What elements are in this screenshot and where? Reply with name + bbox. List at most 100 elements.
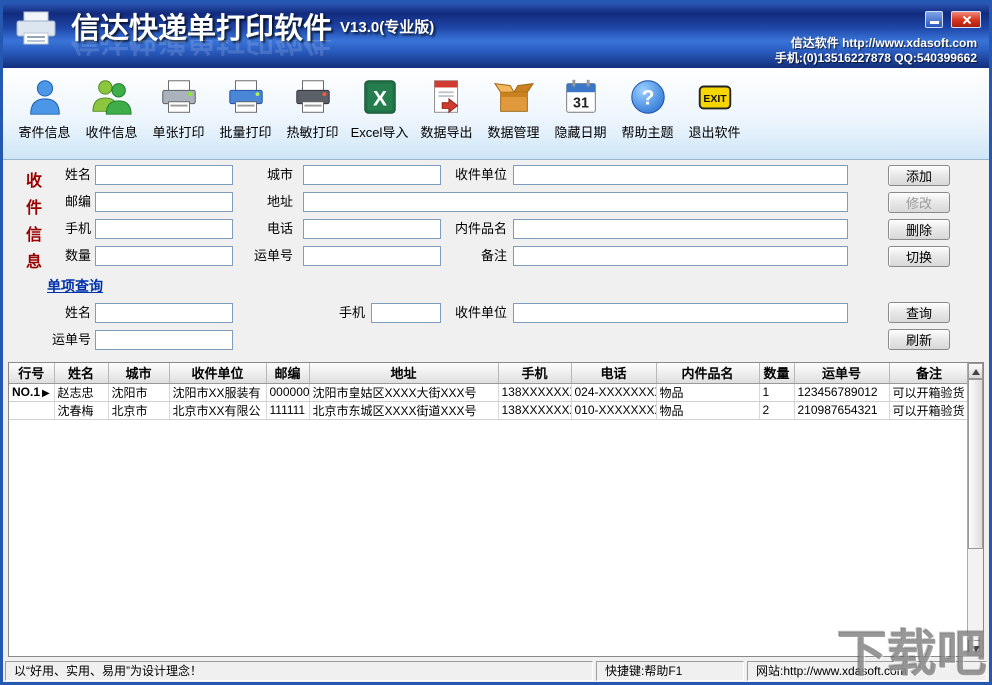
add-button[interactable]: 添加 xyxy=(888,165,950,186)
svg-text:X: X xyxy=(372,88,386,111)
table-row[interactable]: 沈春梅 北京市 北京市XX有限公 111111 北京市东城区XXXX街道XXX号… xyxy=(9,401,967,419)
query-name-input[interactable] xyxy=(95,303,233,323)
statusbar: 以“好用、实用、易用”为设计理念！ 快捷键:帮助F1 网站:http://www… xyxy=(3,660,989,682)
titlebar-contact-info: 信达软件 http://www.xdasoft.com 手机:(0)135162… xyxy=(775,36,977,66)
table-cell: 沈春梅 xyxy=(54,401,108,419)
toolbar-item-label: 单张打印 xyxy=(145,122,212,141)
query-mobile-input[interactable] xyxy=(371,303,441,323)
data-export-icon xyxy=(413,76,480,120)
item-label: 内件品名 xyxy=(435,219,507,239)
toolbar-item-single-print[interactable]: 单张打印 xyxy=(145,74,212,141)
hide-date-icon: 31 xyxy=(547,76,614,120)
query-waybill-label: 运单号 xyxy=(43,330,91,350)
table-cell: 赵志忠 xyxy=(54,383,108,401)
table-cell: 024-XXXXXXXX xyxy=(571,383,656,401)
toolbar-item-label: 批量打印 xyxy=(212,122,279,141)
toolbar-item-data-export[interactable]: 数据导出 xyxy=(413,74,480,141)
col-header-item[interactable]: 内件品名 xyxy=(656,363,759,383)
col-header-unit[interactable]: 收件单位 xyxy=(169,363,266,383)
data-manage-icon xyxy=(480,76,547,120)
side-label-char: 收 xyxy=(23,168,45,195)
toolbar-item-label: 退出软件 xyxy=(681,122,748,141)
recipient-address-input[interactable] xyxy=(303,192,848,212)
svg-text:?: ? xyxy=(641,87,654,110)
switch-button[interactable]: 切换 xyxy=(888,246,950,267)
table-cell: 210987654321 xyxy=(794,401,889,419)
toolbar-item-recipient-info[interactable]: 收件信息 xyxy=(78,74,145,141)
address-label: 地址 xyxy=(235,192,293,212)
toolbar-item-label: 隐藏日期 xyxy=(547,122,614,141)
table-cell: 000000 xyxy=(266,383,309,401)
table-cell: 1 xyxy=(759,383,794,401)
vendor-line: 信达软件 http://www.xdasoft.com xyxy=(775,36,977,51)
toolbar-item-data-manage[interactable]: 数据管理 xyxy=(480,74,547,141)
row-number-cell: NO.1▶ xyxy=(9,383,54,401)
status-design-note: 以“好用、实用、易用”为设计理念！ xyxy=(5,661,593,681)
recipient-note-input[interactable] xyxy=(513,246,848,266)
toolbar-item-sender-info[interactable]: 寄件信息 xyxy=(11,74,78,141)
minimize-icon[interactable] xyxy=(925,11,943,28)
recipient-name-input[interactable] xyxy=(95,165,233,185)
toolbar-item-hide-date[interactable]: 31 隐藏日期 xyxy=(547,74,614,141)
col-header-mobile[interactable]: 手机 xyxy=(498,363,571,383)
table-cell: 北京市XX有限公 xyxy=(169,401,266,419)
query-waybill-input[interactable] xyxy=(95,330,233,350)
thermal-print-icon xyxy=(279,76,346,120)
col-header-name[interactable]: 姓名 xyxy=(54,363,108,383)
query-unit-input[interactable] xyxy=(513,303,848,323)
toolbar-item-excel-import[interactable]: X Excel导入 xyxy=(346,74,413,141)
table-row[interactable]: NO.1▶ 赵志忠 沈阳市 沈阳市XX服装有 000000 沈阳市皇姑区XXXX… xyxy=(9,383,967,401)
svg-text:31: 31 xyxy=(573,96,589,112)
table-cell: 123456789012 xyxy=(794,383,889,401)
recipient-city-input[interactable] xyxy=(303,165,441,185)
app-title: 信达快递单打印软件V13.0(专业版) xyxy=(71,5,434,47)
side-label-char: 息 xyxy=(23,249,45,276)
toolbar-item-label: 热敏打印 xyxy=(279,122,346,141)
records-table: 行号 姓名 城市 收件单位 邮编 地址 手机 电话 内件品名 数量 运单号 备注 xyxy=(9,363,967,420)
table-cell: 138XXXXXXXX xyxy=(498,401,571,419)
query-button[interactable]: 查询 xyxy=(888,302,950,323)
col-header-phone[interactable]: 电话 xyxy=(571,363,656,383)
refresh-button[interactable]: 刷新 xyxy=(888,329,950,350)
table-cell: 沈阳市皇姑区XXXX大街XXX号 xyxy=(309,383,498,401)
status-website: 网站:http://www.xdasoft.com xyxy=(747,661,987,681)
col-header-note[interactable]: 备注 xyxy=(889,363,967,383)
toolbar-item-exit[interactable]: EXIT 退出软件 xyxy=(681,74,748,141)
toolbar-item-help[interactable]: ? 帮助主题 xyxy=(614,74,681,141)
printer-app-icon xyxy=(13,10,59,46)
scroll-down-icon[interactable] xyxy=(968,640,983,656)
app-window: 信达快递单打印软件V13.0(专业版) 信达快递单打印软件 信达软件 http:… xyxy=(0,0,992,685)
toolbar-item-label: 帮助主题 xyxy=(614,122,681,141)
recipient-qty-input[interactable] xyxy=(95,246,233,266)
col-header-address[interactable]: 地址 xyxy=(309,363,498,383)
col-header-city[interactable]: 城市 xyxy=(108,363,169,383)
toolbar-item-batch-print[interactable]: 批量打印 xyxy=(212,74,279,141)
col-header-rowno[interactable]: 行号 xyxy=(9,363,54,383)
close-icon[interactable] xyxy=(951,11,981,28)
recipient-item-input[interactable] xyxy=(513,219,848,239)
zip-label: 邮编 xyxy=(43,192,91,212)
name-label: 姓名 xyxy=(43,165,91,185)
vertical-scrollbar[interactable] xyxy=(967,363,983,656)
recipient-mobile-input[interactable] xyxy=(95,219,233,239)
side-label-char: 信 xyxy=(23,222,45,249)
col-header-qty[interactable]: 数量 xyxy=(759,363,794,383)
svg-text:EXIT: EXIT xyxy=(703,93,727,105)
delete-button[interactable]: 删除 xyxy=(888,219,950,240)
recipient-unit-input[interactable] xyxy=(513,165,848,185)
row-pointer-icon: ▶ xyxy=(42,388,50,399)
col-header-waybill[interactable]: 运单号 xyxy=(794,363,889,383)
records-grid-area: 行号 姓名 城市 收件单位 邮编 地址 手机 电话 内件品名 数量 运单号 备注 xyxy=(8,362,984,657)
col-header-zip[interactable]: 邮编 xyxy=(266,363,309,383)
recipient-zip-input[interactable] xyxy=(95,192,233,212)
modify-button[interactable]: 修改 xyxy=(888,192,950,213)
recipient-phone-input[interactable] xyxy=(303,219,441,239)
recipient-waybill-input[interactable] xyxy=(303,246,441,266)
toolbar-item-thermal-print[interactable]: 热敏打印 xyxy=(279,74,346,141)
contact-line: 手机:(0)13516227878 QQ:540399662 xyxy=(775,51,977,66)
query-section-title: 单项查询 xyxy=(47,276,103,296)
app-version: V13.0(专业版) xyxy=(340,19,434,36)
scroll-up-icon[interactable] xyxy=(968,363,983,379)
scrollbar-thumb[interactable] xyxy=(968,379,983,549)
table-cell: 物品 xyxy=(656,401,759,419)
